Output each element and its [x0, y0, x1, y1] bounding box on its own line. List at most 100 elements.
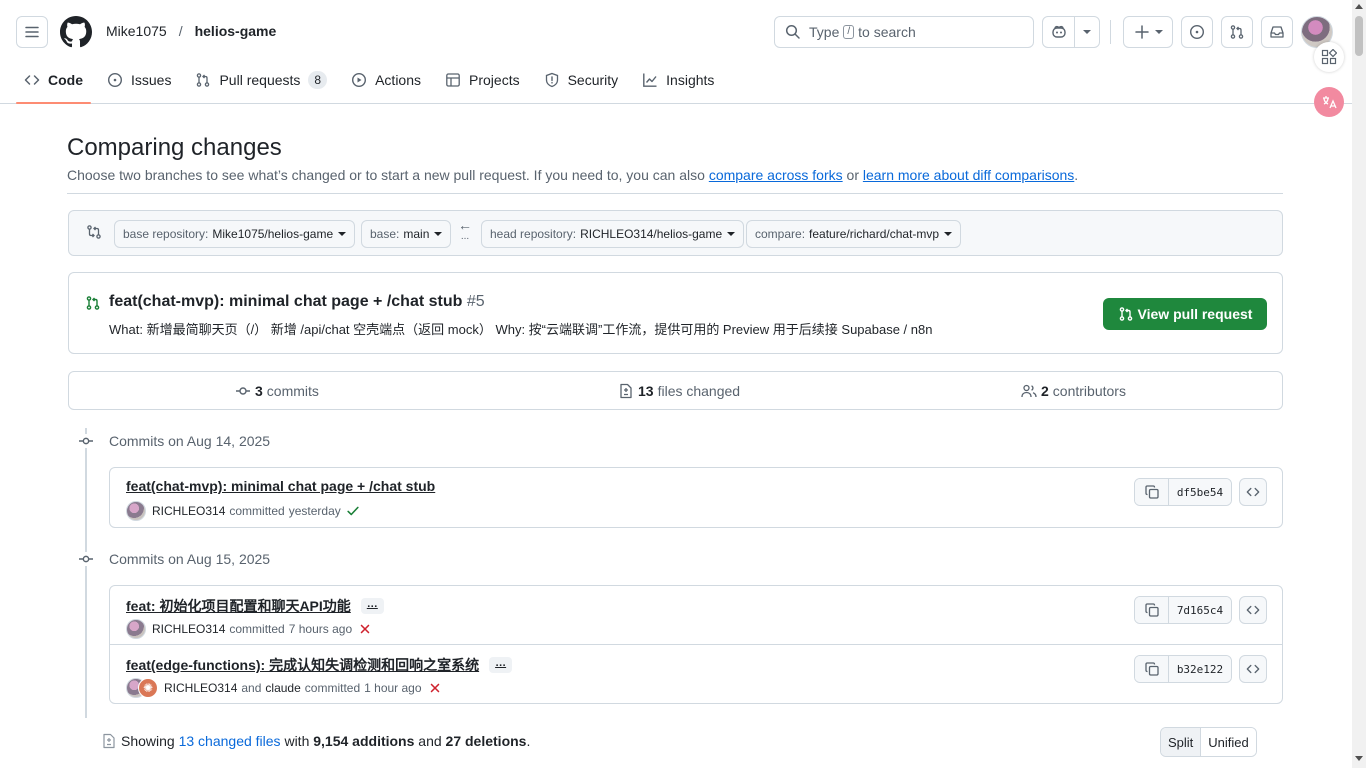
base-branch-select[interactable]: base: main: [361, 220, 452, 248]
copilot-dropdown-button[interactable]: [1075, 30, 1099, 34]
create-new-button[interactable]: [1123, 16, 1173, 48]
git-commit-icon: [236, 387, 250, 395]
git-pull-request-icon: [197, 73, 210, 87]
x-icon[interactable]: [358, 622, 372, 636]
plus-icon: [1134, 25, 1149, 39]
tab-issues[interactable]: Issues: [99, 60, 179, 100]
deletions-count: 27 deletions: [445, 733, 527, 749]
view-pull-request-button[interactable]: View pull request: [1103, 298, 1267, 330]
commit-author[interactable]: RICHLEO314: [152, 504, 225, 518]
commits-label: commits: [266, 383, 319, 399]
head-repository-select[interactable]: head repository: RICHLEO314/helios-game: [481, 220, 745, 248]
page-subtitle: Choose two branches to see what’s change…: [67, 167, 1078, 183]
issues-button[interactable]: [1181, 16, 1213, 48]
subtitle-text: Choose two branches to see what’s change…: [67, 167, 705, 183]
browse-files-button[interactable]: [1239, 596, 1267, 624]
scroll-up-arrow-icon[interactable]: [1355, 4, 1363, 9]
tab-insights[interactable]: Insights: [634, 60, 722, 100]
scroll-down-arrow-icon[interactable]: [1355, 756, 1363, 761]
claude-avatar[interactable]: ✺: [138, 678, 158, 698]
tab-code[interactable]: Code: [16, 60, 91, 104]
changed-files-link[interactable]: 13 changed files: [179, 733, 281, 749]
commit-time: yesterday: [288, 504, 341, 518]
copy-icon: [1144, 485, 1159, 499]
tab-label: Code: [48, 72, 83, 88]
files-changed-stat[interactable]: 13 files changed: [618, 383, 740, 399]
base-repository-value: Mike1075/helios-game: [212, 227, 334, 241]
page-scrollbar[interactable]: [1352, 0, 1366, 768]
x-icon[interactable]: [428, 681, 442, 695]
people-icon: [1021, 384, 1037, 398]
chevron-down-icon: [1154, 30, 1163, 34]
compare-branch-select[interactable]: compare: feature/richard/chat-mvp: [746, 220, 962, 248]
commit-sha-link[interactable]: df5be54: [1169, 479, 1231, 505]
scrollbar-thumb[interactable]: [1355, 16, 1363, 56]
commits-stat[interactable]: 3 commits: [235, 383, 319, 399]
search-input[interactable]: Type / to search: [774, 16, 1034, 48]
commit-message-link[interactable]: feat(chat-mvp): minimal chat page + /cha…: [126, 478, 435, 494]
compare-across-forks-link[interactable]: compare across forks: [709, 167, 843, 183]
learn-more-link[interactable]: learn more about diff comparisons: [863, 167, 1074, 183]
expand-commit-message-button[interactable]: …: [489, 657, 513, 673]
commit-row: feat(chat-mvp): minimal chat page + /cha…: [110, 468, 1282, 526]
tab-actions[interactable]: Actions: [343, 60, 429, 100]
files-count: 13: [638, 383, 654, 399]
git-compare-icon: [87, 225, 101, 239]
repo-link[interactable]: helios-game: [195, 23, 277, 39]
copy-icon: [1144, 603, 1159, 617]
tab-projects[interactable]: Projects: [437, 60, 528, 100]
browse-files-button[interactable]: [1239, 478, 1267, 506]
commit-message-link[interactable]: feat: 初始化项目配置和聊天API功能: [126, 596, 351, 616]
copilot-button[interactable]: [1043, 17, 1075, 47]
pull-requests-button[interactable]: [1221, 16, 1253, 48]
copy-icon: [1144, 662, 1159, 676]
extension-apps-button[interactable]: [1314, 42, 1344, 72]
avatar[interactable]: [126, 619, 146, 639]
pull-request-number[interactable]: #5: [467, 293, 485, 310]
tab-label: Actions: [375, 72, 422, 88]
browse-files-button[interactable]: [1239, 655, 1267, 683]
github-logo-icon[interactable]: [60, 16, 92, 48]
tab-security[interactable]: Security: [536, 60, 627, 100]
shield-icon: [545, 72, 558, 88]
copy-sha-button[interactable]: [1135, 597, 1169, 623]
compare-branch-label: compare:: [755, 227, 806, 241]
compare-branch-value: feature/richard/chat-mvp: [809, 227, 940, 241]
open-global-nav-button[interactable]: [16, 16, 48, 48]
copilot-button-group[interactable]: [1042, 16, 1100, 48]
git-commit-icon: [79, 552, 93, 566]
existing-pull-request-box: feat(chat-mvp): minimal chat page + /cha…: [68, 272, 1283, 354]
unified-view-button[interactable]: Unified: [1200, 728, 1256, 756]
owner-link[interactable]: Mike1075: [106, 23, 167, 39]
tab-pull-requests[interactable]: Pull requests 8: [187, 60, 335, 100]
inbox-button[interactable]: [1261, 16, 1293, 48]
search-placeholder-prefix: Type: [809, 24, 840, 40]
commit-sha-link[interactable]: b32e122: [1169, 656, 1231, 682]
expand-commit-message-button[interactable]: …: [360, 598, 384, 614]
additions-count: 9,154 additions: [313, 733, 415, 749]
contributors-stat[interactable]: 2 contributors: [1021, 383, 1126, 399]
compare-stats-bar: 3 commits 13 files changed 2 contributors: [68, 371, 1283, 410]
chevron-down-icon: [1083, 30, 1091, 34]
translate-extension-button[interactable]: [1314, 87, 1344, 117]
commit-coauthor[interactable]: claude: [265, 681, 300, 695]
commit-meta: RICHLEO314 committed 7 hours ago: [126, 619, 372, 639]
commit-sha-link[interactable]: 7d165c4: [1169, 597, 1231, 623]
commit-author[interactable]: RICHLEO314: [164, 681, 237, 695]
copy-sha-button[interactable]: [1135, 479, 1169, 505]
base-repository-select[interactable]: base repository: Mike1075/helios-game: [114, 220, 356, 248]
commit-author[interactable]: RICHLEO314: [152, 622, 225, 636]
pull-request-title-text[interactable]: feat(chat-mvp): minimal chat page + /cha…: [109, 293, 462, 310]
pull-request-title[interactable]: feat(chat-mvp): minimal chat page + /cha…: [109, 293, 485, 311]
summary-and: and: [418, 733, 442, 749]
commit-message: feat: 初始化项目配置和聊天API功能 …: [126, 596, 384, 616]
commit-group-date: Commits on Aug 14, 2025: [109, 433, 271, 449]
commit-message: feat(edge-functions): 完成认知失调检测和回响之室系统 …: [126, 655, 513, 675]
copy-sha-button[interactable]: [1135, 656, 1169, 682]
menu-icon: [25, 26, 39, 38]
check-icon[interactable]: [346, 504, 360, 518]
split-view-button[interactable]: Split: [1161, 728, 1201, 756]
commit-message-link[interactable]: feat(edge-functions): 完成认知失调检测和回响之室系统: [126, 655, 479, 675]
subtitle-period: .: [1074, 167, 1079, 183]
avatar[interactable]: [126, 501, 146, 521]
